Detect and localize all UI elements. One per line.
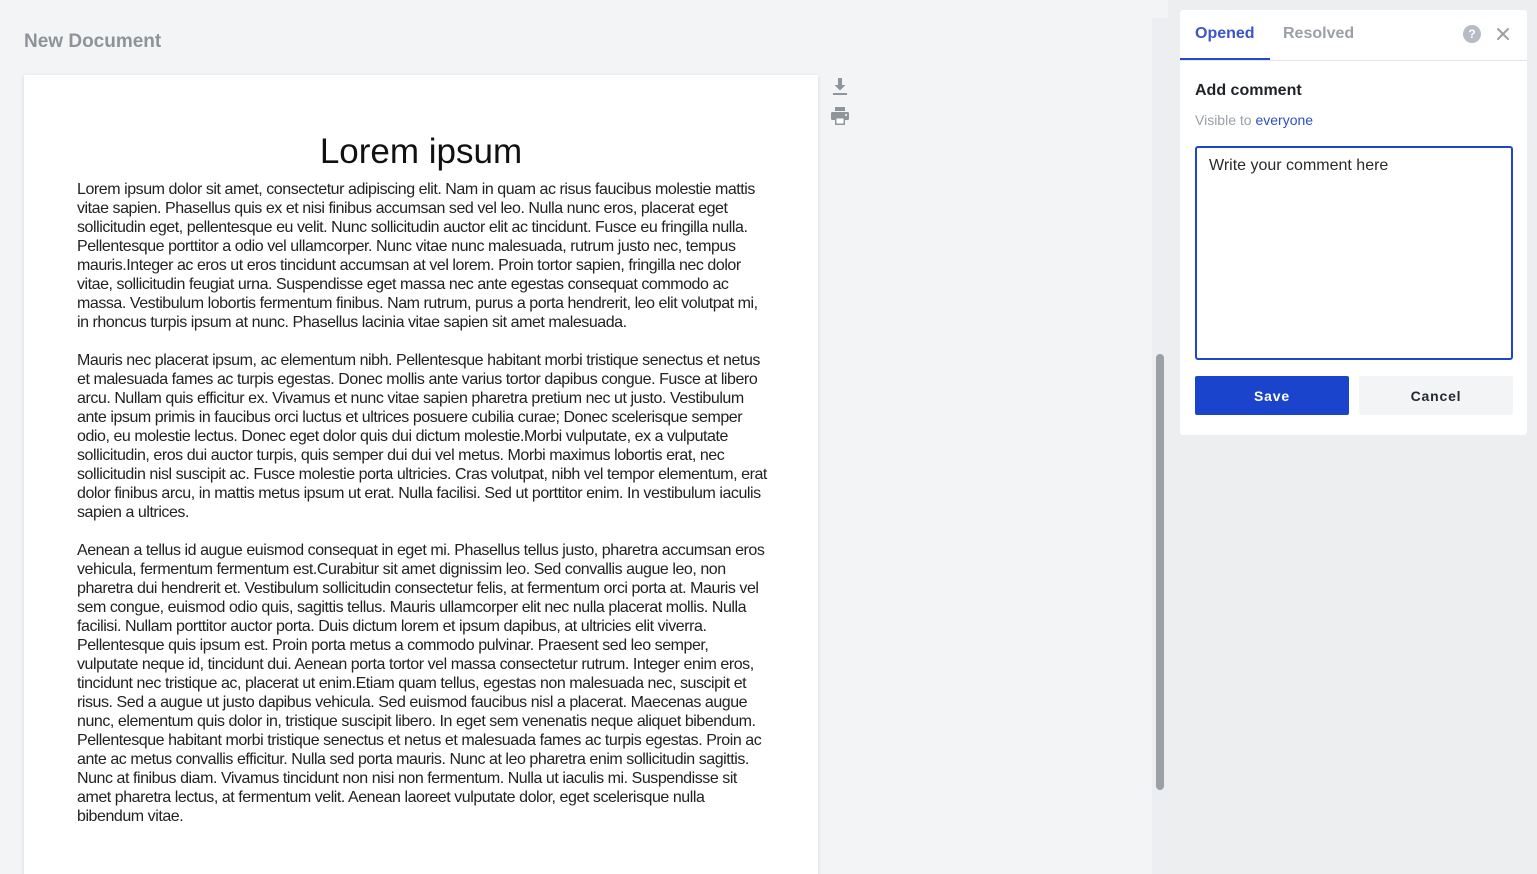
close-icon[interactable]: [1494, 25, 1512, 43]
visibility-everyone-link[interactable]: everyone: [1255, 112, 1313, 128]
comments-panel: Opened Resolved ? Add comment Visible to…: [1168, 0, 1537, 874]
visibility-prefix: Visible to: [1195, 112, 1252, 128]
tab-resolved[interactable]: Resolved: [1283, 10, 1354, 60]
document-page[interactable]: Lorem ipsum Lorem ipsum dolor sit amet, …: [24, 75, 818, 874]
add-comment-title: Add comment: [1195, 82, 1302, 99]
document-body: Lorem ipsum dolor sit amet, consectetur …: [77, 180, 771, 845]
document-paragraph: Lorem ipsum dolor sit amet, consectetur …: [77, 181, 758, 331]
document-paragraph: Aenean a tellus id augue euismod consequ…: [77, 542, 765, 825]
scrollbar-track[interactable]: [1152, 18, 1168, 874]
print-icon[interactable]: [828, 104, 852, 128]
download-icon[interactable]: [828, 75, 852, 99]
tab-opened[interactable]: Opened: [1180, 10, 1270, 60]
scrollbar-thumb[interactable]: [1156, 354, 1164, 790]
help-icon[interactable]: ?: [1463, 25, 1481, 43]
app-window: New Document Lorem ipsum Lorem ipsum dol…: [0, 0, 1537, 874]
comments-tabs: Opened Resolved ?: [1180, 10, 1527, 61]
cancel-button[interactable]: Cancel: [1359, 376, 1513, 415]
document-paragraph: Mauris nec placerat ipsum, ac elementum …: [77, 352, 767, 521]
document-heading: Lorem ipsum: [319, 132, 523, 171]
document-title: New Document: [24, 31, 162, 52]
comment-input[interactable]: Write your comment here: [1195, 146, 1513, 360]
document-area: New Document Lorem ipsum Lorem ipsum dol…: [0, 0, 1168, 874]
save-button[interactable]: Save: [1195, 376, 1349, 415]
visibility-text: Visible to everyone: [1195, 112, 1313, 128]
comments-card: Opened Resolved ? Add comment Visible to…: [1180, 10, 1527, 435]
